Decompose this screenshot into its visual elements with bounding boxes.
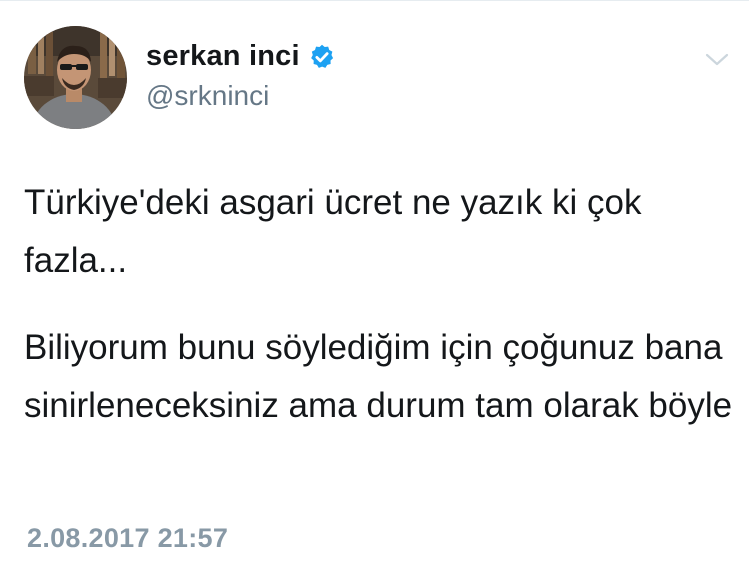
author-name-row: serkan inci <box>146 40 336 73</box>
divider <box>0 0 749 1</box>
tweet-text-paragraph-1: Türkiye'deki asgari ücret ne yazık ki ço… <box>24 183 642 280</box>
author-handle[interactable]: @srkninci <box>146 80 269 112</box>
tweet-card: serkan inci @srkninci Türkiye'deki asgar… <box>0 0 749 577</box>
tweet-timestamp[interactable]: 2.08.2017 21:57 <box>27 523 228 554</box>
tweet-text-paragraph-2: Biliyorum bunu söylediğim için çoğunuz b… <box>24 328 733 425</box>
verified-badge-icon <box>310 44 333 68</box>
chevron-down-icon[interactable] <box>704 50 730 70</box>
author-display-name[interactable]: serkan inci <box>146 40 300 73</box>
avatar[interactable] <box>24 26 127 129</box>
